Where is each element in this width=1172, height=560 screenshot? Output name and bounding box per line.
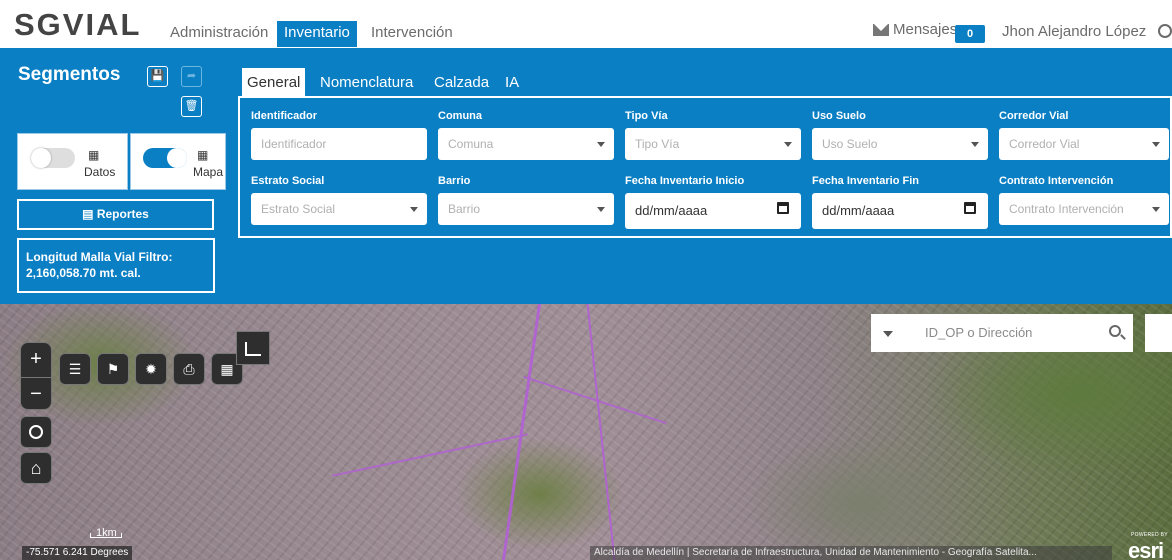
estrato-social-label: Estrato Social xyxy=(251,175,325,187)
zoom-out-button[interactable]: − xyxy=(21,378,51,412)
messages-label: Mensajes xyxy=(893,21,958,38)
calendar-icon xyxy=(777,202,789,214)
save-button[interactable]: 💾 xyxy=(147,66,168,87)
map-attribution[interactable]: Alcaldía de Medellín | Secretaría de Inf… xyxy=(590,546,1112,560)
delete-button[interactable]: 🗑 xyxy=(181,96,202,117)
chevron-down-icon xyxy=(410,207,418,212)
comuna-select[interactable]: Comuna xyxy=(438,128,614,160)
locate-button[interactable] xyxy=(20,416,52,448)
redo-icon: ➦ xyxy=(186,70,197,82)
datos-switch[interactable] xyxy=(31,148,75,168)
user-name[interactable]: Jhon Alejandro López xyxy=(1002,23,1146,40)
reportes-label: Reportes xyxy=(96,207,149,221)
zoom-in-button[interactable]: + xyxy=(21,343,51,377)
chevron-down-icon xyxy=(1152,142,1160,147)
chevron-down-icon xyxy=(597,142,605,147)
toggle-mapa-card[interactable]: ▦ Mapa xyxy=(130,133,226,190)
basemap-icon: ✹ xyxy=(145,361,157,377)
table-icon: ▦ xyxy=(88,148,100,162)
messages-link[interactable]: Mensajes xyxy=(873,21,957,38)
nav-inventario[interactable]: Inventario xyxy=(277,21,357,47)
map-route-line xyxy=(502,304,541,560)
save-icon: 💾 xyxy=(150,70,165,82)
tab-calzada[interactable]: Calzada xyxy=(434,72,489,94)
chart-button[interactable] xyxy=(236,331,270,365)
filters-area: Identificador Identificador Comuna Comun… xyxy=(238,96,1172,238)
envelope-icon xyxy=(873,23,889,36)
fecha-inicio-label: Fecha Inventario Inicio xyxy=(625,175,745,187)
map-icon: ▦ xyxy=(197,148,209,162)
user-circle-icon[interactable] xyxy=(1158,24,1172,38)
estrato-social-select[interactable]: Estrato Social xyxy=(251,193,427,225)
identificador-label: Identificador xyxy=(251,110,318,122)
tab-general[interactable]: General xyxy=(242,68,306,97)
longitud-box: Longitud Malla Vial Filtro: 2,160,058.70… xyxy=(17,238,215,293)
barrio-select[interactable]: Barrio xyxy=(438,193,614,225)
page-title: Segmentos xyxy=(18,64,121,85)
layers-icon: ☰ xyxy=(68,361,82,377)
coordinates-readout: -75.571 6.241 Degrees xyxy=(22,546,133,560)
reportes-button[interactable]: ▤ Reportes xyxy=(17,199,214,230)
print-button[interactable]: ⎙ xyxy=(173,353,205,385)
map-route-line xyxy=(331,433,529,477)
home-icon: ⌂ xyxy=(30,458,42,478)
mapa-label: Mapa xyxy=(193,165,224,179)
legend-icon: ⚑ xyxy=(106,361,120,377)
chevron-down-icon xyxy=(971,142,979,147)
app-logo: SGVIAL xyxy=(14,7,142,42)
datos-label: Datos xyxy=(84,165,116,179)
top-navbar: SGVIAL Administración Inventario Interve… xyxy=(0,0,1172,48)
redo-button[interactable]: ➦ xyxy=(181,66,202,87)
uso-suelo-label: Uso Suelo xyxy=(812,110,866,122)
longitud-label: Longitud Malla Vial Filtro: xyxy=(26,250,173,264)
chevron-down-icon xyxy=(784,142,792,147)
legend-button[interactable]: ⚑ xyxy=(97,353,129,385)
fecha-inicio-input[interactable]: dd/mm/aaaa xyxy=(625,193,801,229)
chart-icon xyxy=(245,342,261,356)
toggle-datos-card[interactable]: ▦ Datos xyxy=(17,133,128,190)
scale-bar xyxy=(90,533,122,538)
basemap-button[interactable]: ✹ xyxy=(135,353,167,385)
map-route-line xyxy=(586,304,616,560)
identificador-input[interactable]: Identificador xyxy=(251,128,427,160)
map-search-box[interactable]: ID_OP o Dirección xyxy=(871,314,1133,352)
tipo-via-label: Tipo Vía xyxy=(625,110,668,122)
contrato-label: Contrato Intervención xyxy=(999,175,1114,187)
messages-count-badge[interactable]: 0 xyxy=(955,25,985,43)
zoom-control: + − xyxy=(20,342,52,410)
grid-icon: ▦ xyxy=(220,361,234,377)
home-button[interactable]: ⌂ xyxy=(20,452,52,484)
esri-logo[interactable]: POWERED BY esri xyxy=(1126,532,1172,560)
contrato-select[interactable]: Contrato Intervención xyxy=(999,193,1169,225)
uso-suelo-select[interactable]: Uso Suelo xyxy=(812,128,988,160)
tab-ia[interactable]: IA xyxy=(505,72,519,94)
nav-administracion[interactable]: Administración xyxy=(170,23,268,43)
chevron-down-icon xyxy=(597,207,605,212)
trash-icon: 🗑 xyxy=(184,100,199,112)
map-search-extra-button[interactable] xyxy=(1145,314,1172,352)
report-icon: ▤ xyxy=(82,207,94,221)
corredor-vial-select[interactable]: Corredor Vial xyxy=(999,128,1169,160)
nav-intervencion[interactable]: Intervención xyxy=(371,23,453,43)
layers-button[interactable]: ☰ xyxy=(59,353,91,385)
search-icon[interactable] xyxy=(1109,325,1121,337)
corredor-vial-label: Corredor Vial xyxy=(999,110,1069,122)
map-view[interactable]: ID_OP o Dirección + − ⌂ ☰ ⚑ ✹ ⎙ ▦ 1km -7… xyxy=(0,304,1172,560)
longitud-value: 2,160,058.70 mt. cal. xyxy=(26,266,141,280)
filter-panel: Segmentos 💾 ➦ 🗑 ▦ Datos ▦ Mapa ▤ Reporte… xyxy=(0,48,1172,304)
barrio-label: Barrio xyxy=(438,175,471,187)
map-search-input[interactable]: ID_OP o Dirección xyxy=(925,325,1032,340)
fecha-fin-input[interactable]: dd/mm/aaaa xyxy=(812,193,988,229)
chevron-down-icon[interactable] xyxy=(883,331,893,337)
locate-icon xyxy=(29,425,43,439)
tab-nomenclatura[interactable]: Nomenclatura xyxy=(320,72,413,94)
print-icon: ⎙ xyxy=(183,361,195,377)
calendar-icon xyxy=(964,202,976,214)
fecha-fin-label: Fecha Inventario Fin xyxy=(812,175,919,187)
chevron-down-icon xyxy=(1152,207,1160,212)
tipo-via-select[interactable]: Tipo Vía xyxy=(625,128,801,160)
comuna-label: Comuna xyxy=(438,110,482,122)
mapa-switch[interactable] xyxy=(143,148,187,168)
